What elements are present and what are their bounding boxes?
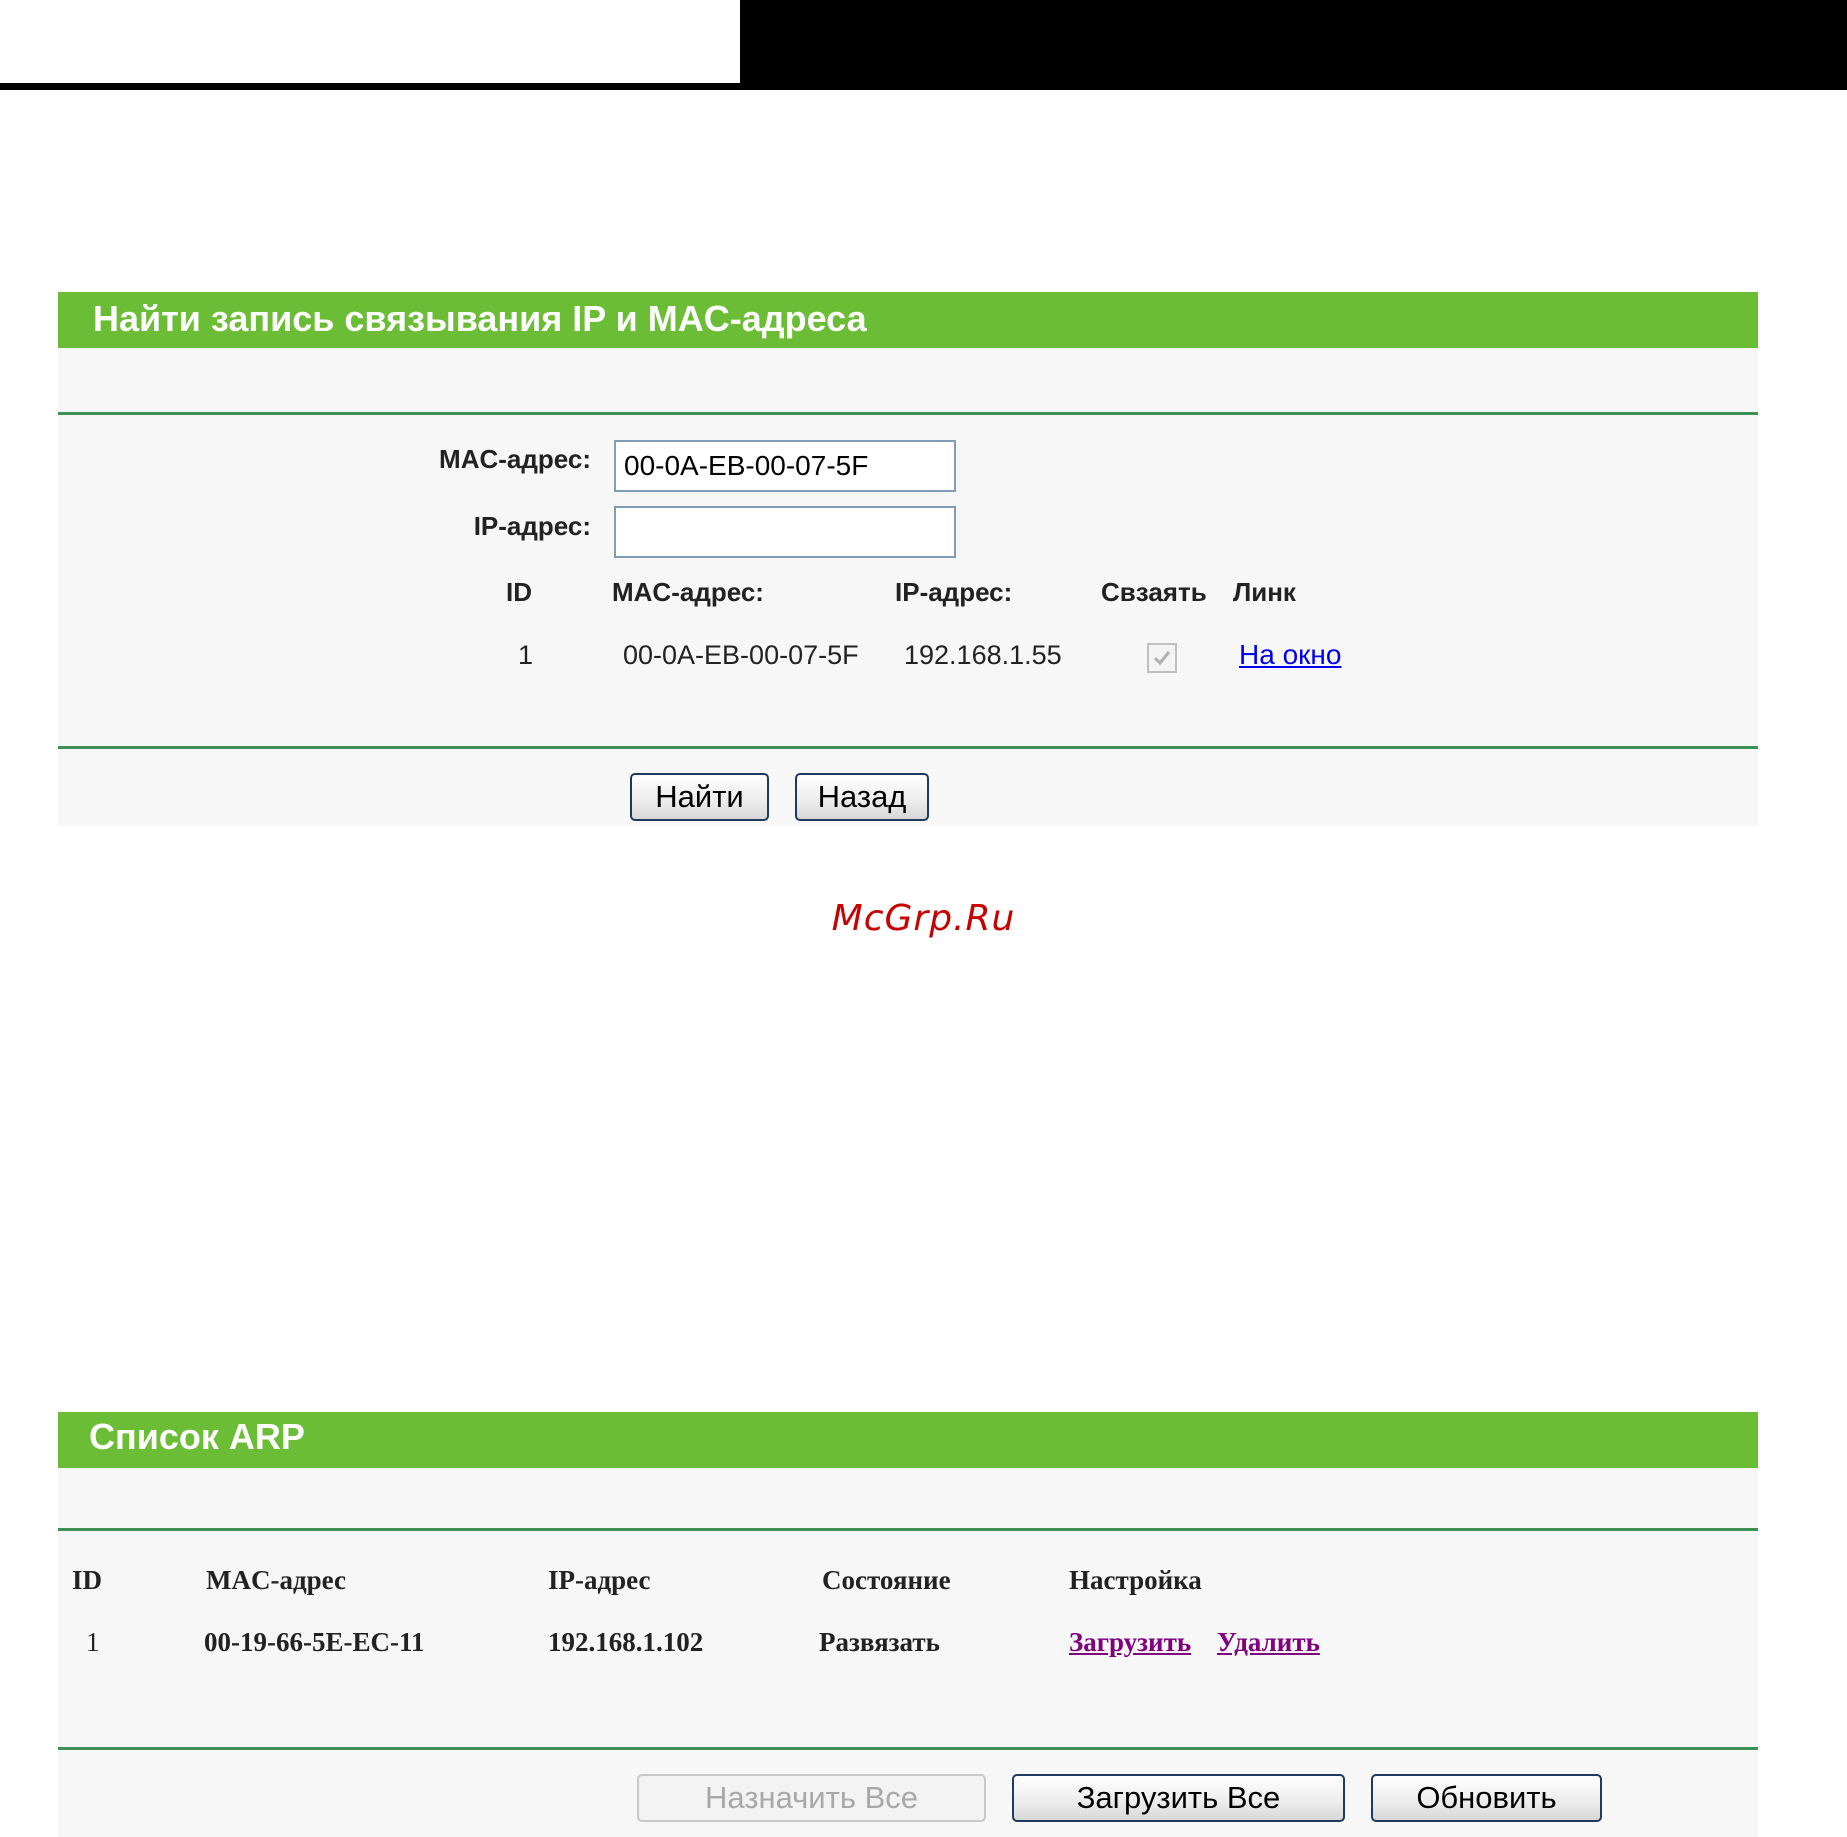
divider bbox=[58, 1528, 1758, 1531]
find-binding-panel-header: Найти запись связывания IP и MAC-адреса bbox=[58, 292, 1758, 348]
page-header-block bbox=[740, 0, 1847, 90]
row-mac: 00-0A-EB-00-07-5F bbox=[623, 640, 859, 670]
arp-row-state: Развязать bbox=[819, 1627, 940, 1657]
mac-address-input[interactable] bbox=[614, 440, 956, 492]
row-id: 1 bbox=[518, 640, 534, 670]
arp-row-ip: 192.168.1.102 bbox=[548, 1627, 704, 1657]
load-all-button[interactable]: Загрузить Все bbox=[1012, 1774, 1345, 1822]
find-binding-panel-title: Найти запись связывания IP и MAC-адреса bbox=[93, 298, 867, 339]
watermark: McGrp.Ru bbox=[831, 898, 1016, 939]
arp-column-header-config: Настройка bbox=[1069, 1565, 1202, 1595]
checkmark-icon bbox=[1153, 651, 1171, 666]
divider bbox=[58, 746, 1758, 749]
divider bbox=[58, 1747, 1758, 1750]
find-binding-panel: Найти запись связывания IP и MAC-адреса … bbox=[58, 292, 1758, 826]
column-header-mac: MAC-адрес: bbox=[612, 577, 764, 607]
arp-row-mac: 00-19-66-5E-EC-11 bbox=[204, 1627, 425, 1657]
arp-row-id: 1 bbox=[86, 1627, 100, 1657]
load-link[interactable]: Загрузить bbox=[1069, 1627, 1191, 1658]
column-header-id: ID bbox=[506, 577, 532, 607]
arp-list-panel-header: Список ARP bbox=[58, 1412, 1758, 1468]
back-button[interactable]: Назад bbox=[795, 773, 929, 821]
arp-column-header-ip: IP-адрес bbox=[548, 1565, 651, 1595]
column-header-ip: IP-адрес: bbox=[895, 577, 1013, 607]
bind-checkbox[interactable] bbox=[1147, 643, 1177, 673]
divider bbox=[58, 412, 1758, 415]
row-ip: 192.168.1.55 bbox=[904, 640, 1062, 670]
assign-all-button[interactable]: Назначить Все bbox=[637, 1774, 986, 1822]
arp-column-header-state: Состояние bbox=[822, 1565, 951, 1595]
arp-list-panel: Список ARP ID MAC-адрес IP-адрес Состоян… bbox=[58, 1412, 1758, 1837]
arp-list-panel-title: Список ARP bbox=[89, 1416, 305, 1457]
arp-column-header-mac: MAC-адрес bbox=[206, 1565, 346, 1595]
column-header-bind: Свзаять bbox=[1101, 577, 1207, 607]
arp-column-header-id: ID bbox=[72, 1565, 103, 1595]
delete-link[interactable]: Удалить bbox=[1217, 1627, 1320, 1658]
ip-address-label: IP-адрес: bbox=[473, 511, 591, 541]
to-window-link[interactable]: На окно bbox=[1239, 639, 1341, 671]
column-header-link: Линк bbox=[1233, 577, 1296, 607]
ip-address-input[interactable] bbox=[614, 506, 956, 558]
refresh-button[interactable]: Обновить bbox=[1371, 1774, 1602, 1822]
mac-address-label: MAC-адрес: bbox=[439, 444, 591, 474]
find-button[interactable]: Найти bbox=[630, 773, 769, 821]
